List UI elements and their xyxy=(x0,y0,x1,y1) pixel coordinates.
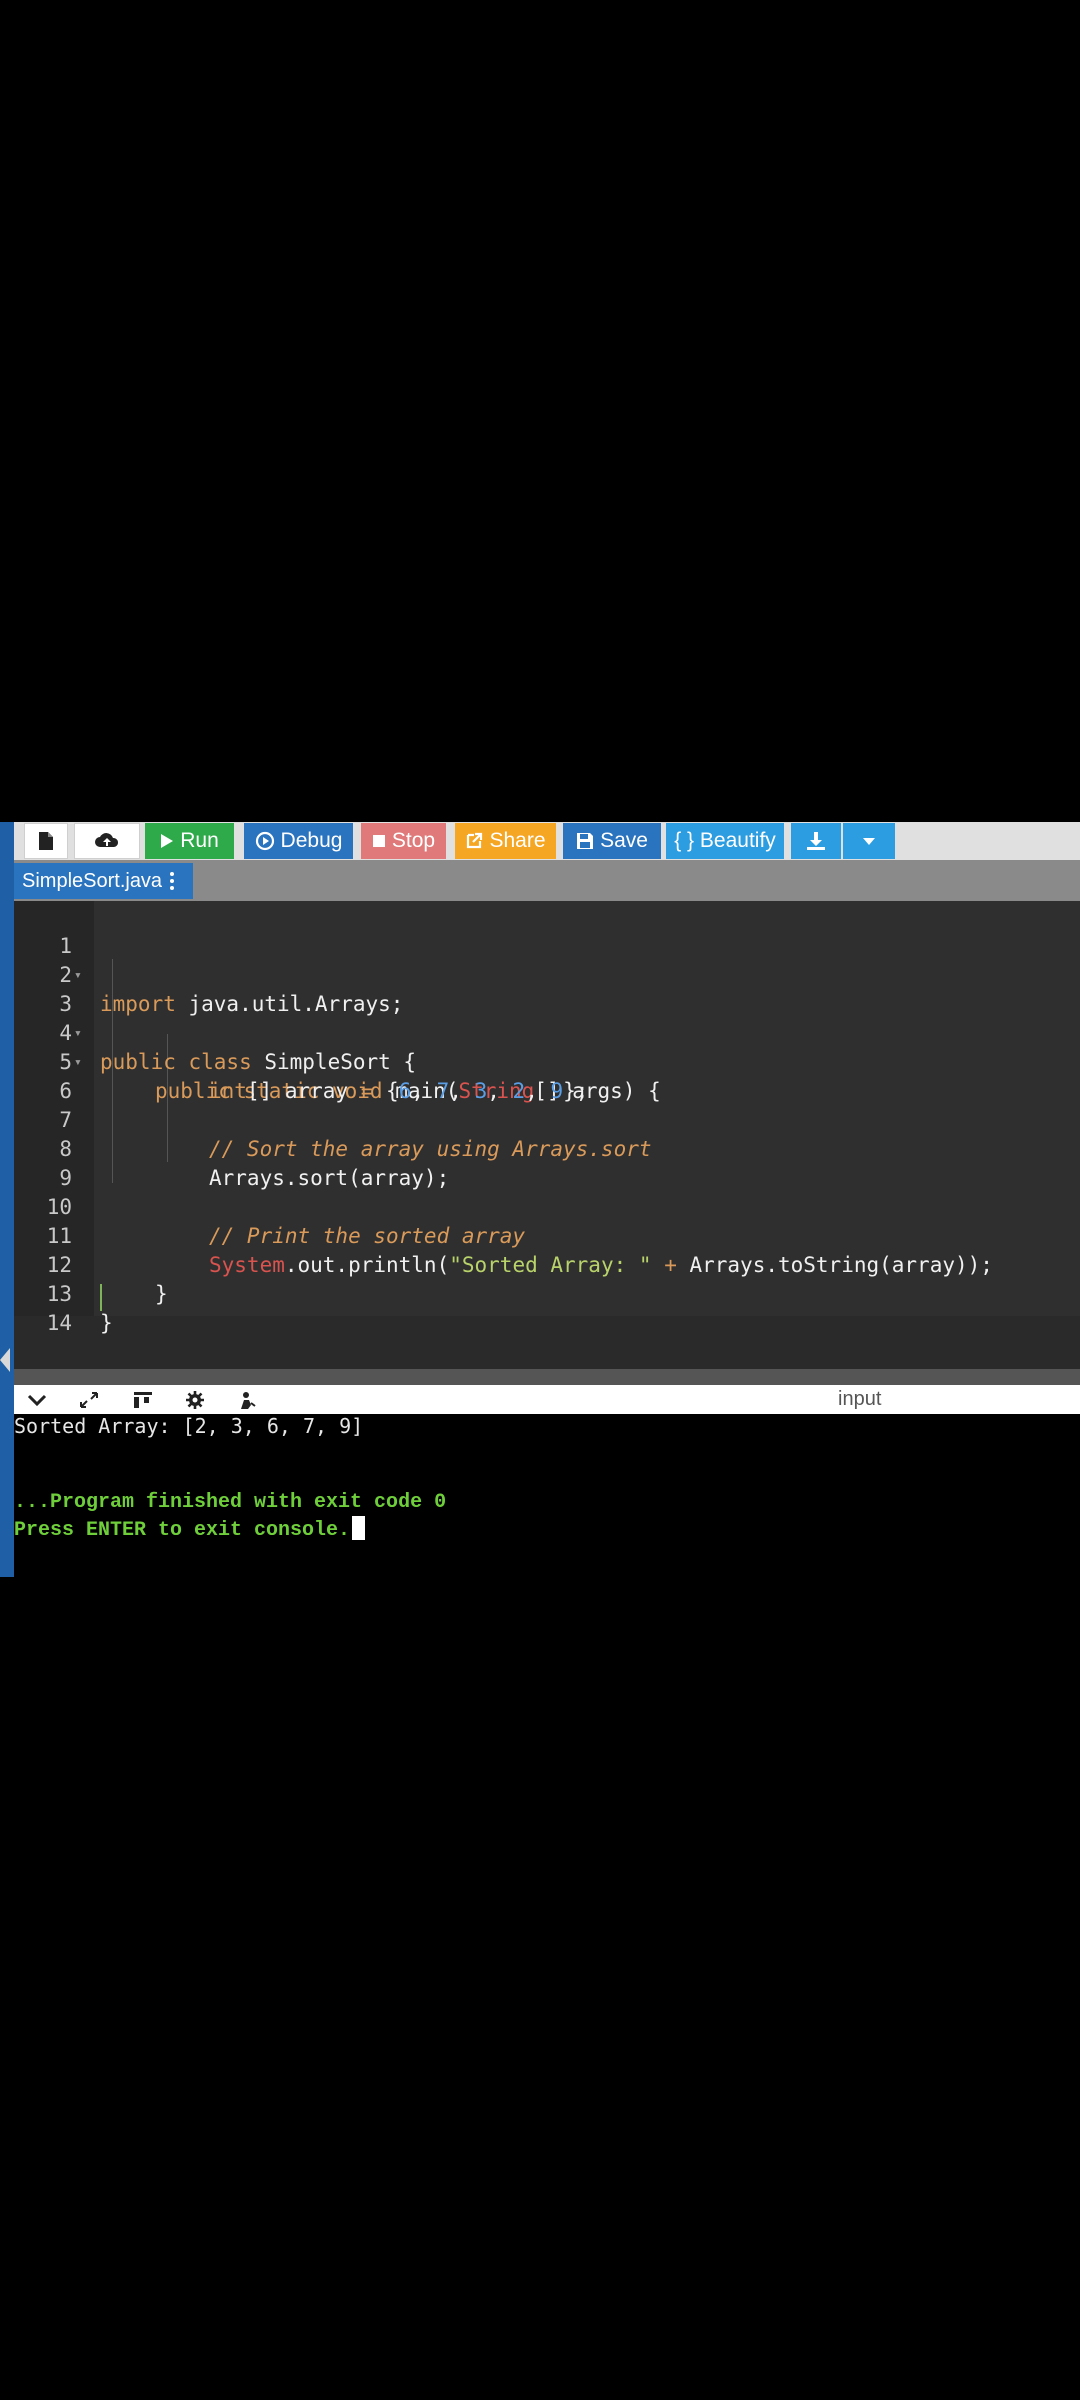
upload-cloud-icon xyxy=(94,831,120,851)
download-options-dropdown[interactable] xyxy=(843,823,895,859)
code-line: 7 // Sort the array using Arrays.sort xyxy=(14,1077,1080,1161)
download-icon xyxy=(806,831,826,851)
file-icon xyxy=(38,831,54,851)
code-line: 2 xyxy=(14,932,1080,987)
console-cursor xyxy=(352,1516,366,1540)
console-finished-line: ...Program finished with exit code 0 xyxy=(14,1491,447,1514)
share-button[interactable]: Share xyxy=(455,823,556,859)
vertical-dots-menu-icon[interactable] xyxy=(170,872,175,890)
stop-square-icon xyxy=(372,834,386,848)
new-file-button[interactable] xyxy=(24,823,68,859)
beautify-button[interactable]: { } Beautify xyxy=(666,823,784,859)
code-line: 5 int[] array = {6, 7, 3, 2, 9}; xyxy=(14,1019,1080,1103)
line-number: 14 xyxy=(46,1311,72,1335)
code-line: 10 // Print the sorted array xyxy=(14,1164,1080,1248)
run-label: Run xyxy=(180,829,219,852)
debug-circle-icon xyxy=(255,831,275,851)
beautify-label: { } Beautify xyxy=(674,829,776,852)
clear-console-icon[interactable] xyxy=(234,1389,260,1411)
download-button[interactable] xyxy=(791,823,841,859)
chevron-down-icon[interactable] xyxy=(24,1389,50,1411)
editor-empty-area xyxy=(14,1316,1080,1369)
share-icon xyxy=(465,832,483,850)
stop-label: Stop xyxy=(391,829,436,852)
tab-label: SimpleSort.java xyxy=(22,869,163,892)
toolbar: Run Debug Stop Share Save { } Beautify xyxy=(14,822,1080,860)
code-line: 14 xyxy=(14,1280,1080,1335)
play-icon xyxy=(160,833,174,849)
floppy-disk-icon xyxy=(576,832,594,850)
run-button[interactable]: Run xyxy=(145,823,234,859)
code-line: 6 xyxy=(14,1048,1080,1103)
input-tab-label[interactable]: input xyxy=(838,1385,881,1414)
code-line: 4 ▾ public static void main(String[] arg… xyxy=(14,990,1080,1103)
share-label: Share xyxy=(489,829,546,852)
save-label: Save xyxy=(600,829,648,852)
console-output-line: Sorted Array: [2, 3, 6, 7, 9] xyxy=(14,1414,364,1438)
code-line: 9 xyxy=(14,1135,1080,1190)
console-toolbar: input xyxy=(14,1385,1080,1414)
gear-icon[interactable] xyxy=(182,1389,208,1411)
expand-arrows-icon[interactable] xyxy=(76,1389,102,1411)
debug-label: Debug xyxy=(280,829,343,852)
text-caret xyxy=(100,1284,102,1311)
console-exit-prompt-line: Press ENTER to exit console. xyxy=(14,1516,366,1544)
debug-button[interactable]: Debug xyxy=(244,823,353,859)
code-line: 1 ▾ import java.util.Arrays; xyxy=(14,903,1080,1016)
panel-resize-divider[interactable] xyxy=(14,1369,1080,1385)
upload-button[interactable] xyxy=(74,823,140,859)
code-line: 8 Arrays.sort(array); xyxy=(14,1106,1080,1190)
exit-prompt-text: Press ENTER to exit console. xyxy=(14,1519,351,1542)
file-tab-bar: SimpleSort.java xyxy=(14,860,1080,901)
code-line: 3 ▾ public class SimpleSort { xyxy=(14,961,1080,1074)
caret-down-icon xyxy=(862,836,876,846)
stop-button[interactable]: Stop xyxy=(361,823,446,859)
left-panel-strip xyxy=(0,822,14,1577)
collapse-panel-arrow-icon[interactable] xyxy=(0,1348,10,1372)
tab-simplesort-java[interactable]: SimpleSort.java xyxy=(14,863,193,899)
code-line: 13 } xyxy=(14,1251,1080,1335)
output-console[interactable]: Sorted Array: [2, 3, 6, 7, 9] ...Program… xyxy=(14,1414,1080,1577)
code-token: } xyxy=(100,1311,113,1335)
code-line: 12 } xyxy=(14,1222,1080,1306)
layout-toggle-icon[interactable] xyxy=(130,1389,156,1411)
code-line: 11 System.out.println("Sorted Array: " +… xyxy=(14,1193,1080,1277)
save-button[interactable]: Save xyxy=(563,823,661,859)
